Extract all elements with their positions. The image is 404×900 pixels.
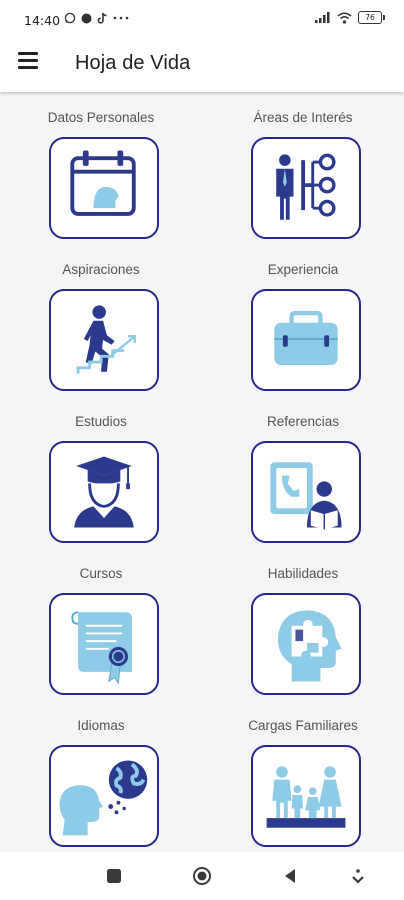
system-icons: 76 xyxy=(315,11,385,24)
notification-icons xyxy=(64,12,129,24)
tile-datos-personales[interactable]: Datos Personales xyxy=(0,92,202,244)
app-bar: Hoja de Vida xyxy=(0,36,404,92)
tile-referencias[interactable]: Referencias xyxy=(202,396,404,548)
tile-label: Estudios xyxy=(75,414,127,429)
tile-label: Habilidades xyxy=(267,566,339,581)
back-icon[interactable] xyxy=(280,866,300,886)
calendar-person-icon[interactable] xyxy=(49,137,159,239)
more-notifications-icon xyxy=(113,16,129,20)
tile-cursos[interactable]: Cursos xyxy=(0,548,202,700)
tile-label: Cursos xyxy=(79,566,123,581)
signal-icon xyxy=(315,12,330,23)
status-bar: 14:40 76 xyxy=(0,0,404,36)
graduate-icon[interactable] xyxy=(49,441,159,543)
tile-habilidades[interactable]: Habilidades xyxy=(202,548,404,700)
family-icon[interactable] xyxy=(251,745,361,847)
puzzle-head-icon[interactable] xyxy=(251,593,361,695)
speaking-globe-icon[interactable] xyxy=(49,745,159,847)
tile-label: Datos Personales xyxy=(47,110,155,125)
certificate-icon[interactable] xyxy=(49,593,159,695)
reference-reader-icon[interactable] xyxy=(251,441,361,543)
recent-apps-icon[interactable] xyxy=(104,866,124,886)
climbing-stairs-icon[interactable] xyxy=(49,289,159,391)
org-chart-icon[interactable] xyxy=(251,137,361,239)
tile-label: Experiencia xyxy=(267,262,339,277)
cv-sections-grid: Datos Personales Áreas de Interés Aspira… xyxy=(0,92,404,852)
tile-areas-de-interes[interactable]: Áreas de Interés xyxy=(202,92,404,244)
tile-label: Referencias xyxy=(266,414,340,429)
whatsapp-icon xyxy=(64,12,76,24)
home-icon[interactable] xyxy=(192,866,212,886)
status-time: 14:40 xyxy=(24,13,61,28)
dot-notification-icon xyxy=(81,13,92,23)
briefcase-icon[interactable] xyxy=(251,289,361,391)
tile-cargas-familiares[interactable]: Cargas Familiares xyxy=(202,700,404,852)
tile-label: Idiomas xyxy=(77,718,125,733)
system-nav-bar xyxy=(0,852,404,900)
tile-idiomas[interactable]: Idiomas xyxy=(0,700,202,852)
page-title: Hoja de Vida xyxy=(75,52,191,74)
tile-label: Áreas de Interés xyxy=(253,110,353,125)
tile-experiencia[interactable]: Experiencia xyxy=(202,244,404,396)
tile-label: Cargas Familiares xyxy=(248,718,358,733)
hide-nav-icon[interactable] xyxy=(348,866,368,886)
tile-aspiraciones[interactable]: Aspiraciones xyxy=(0,244,202,396)
battery-icon: 76 xyxy=(358,11,385,24)
tile-label: Aspiraciones xyxy=(62,262,140,277)
tiktok-icon xyxy=(97,13,107,24)
tile-estudios[interactable]: Estudios xyxy=(0,396,202,548)
wifi-icon xyxy=(337,12,352,24)
menu-icon[interactable] xyxy=(18,52,42,76)
